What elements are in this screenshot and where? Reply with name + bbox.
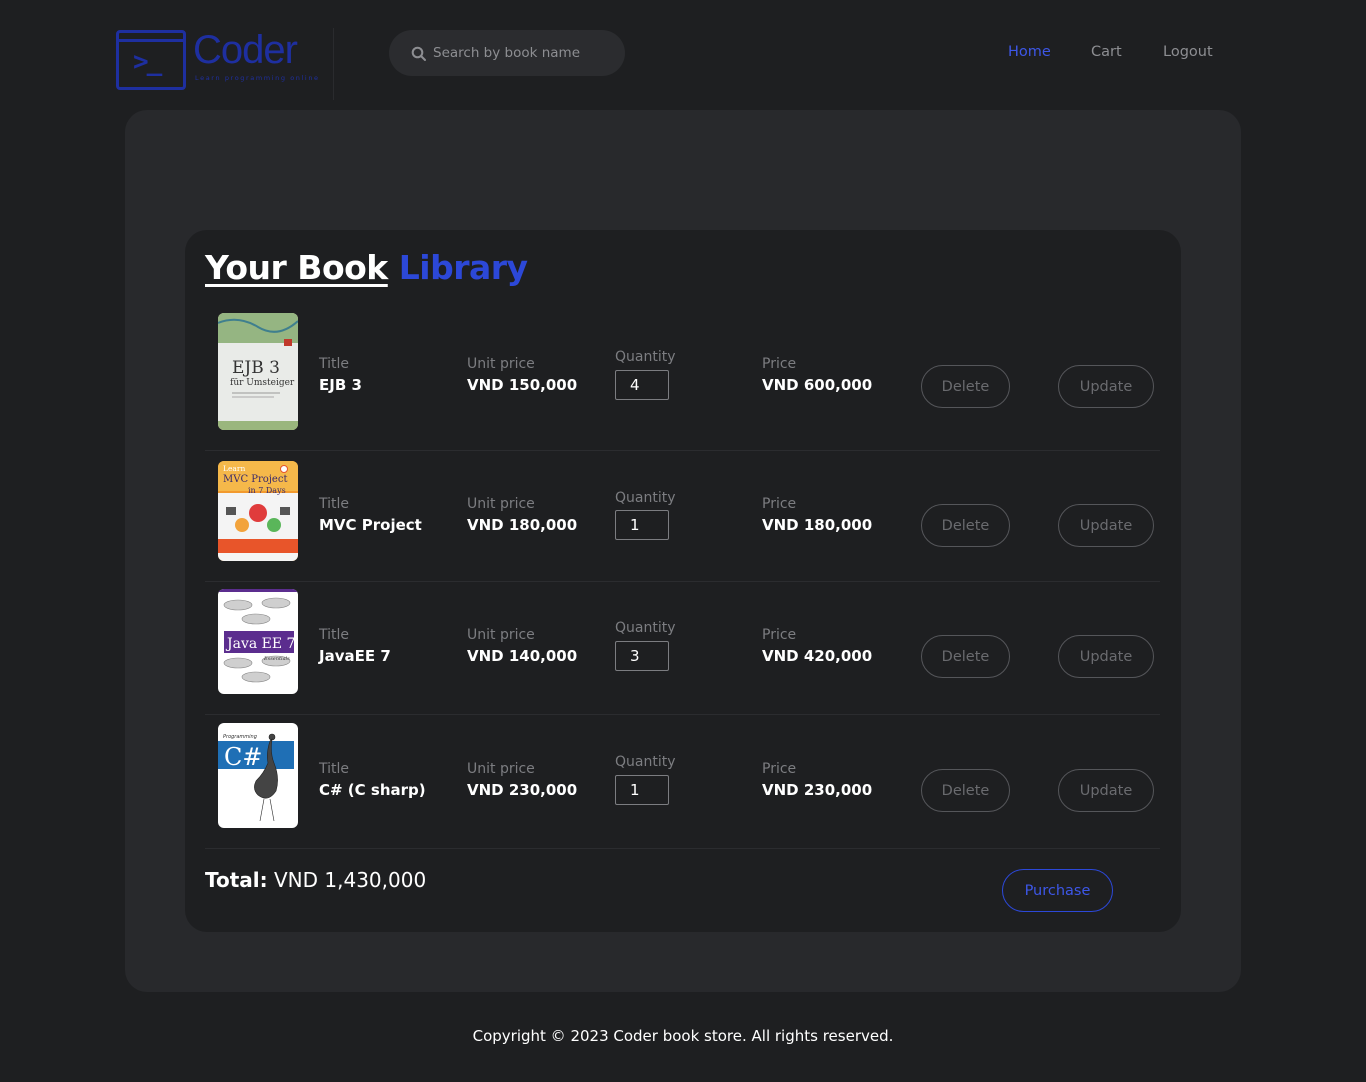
title-label: Title [319,496,350,512]
cover-text: Essentials [263,656,290,662]
logo-prompt: >_ [133,47,162,77]
footer-copyright: Copyright © 2023 Coder book store. All r… [472,1027,894,1045]
total-value: VND 1,430,000 [274,868,427,892]
quantity-label: Quantity [615,620,676,636]
cover-text: C# [224,743,262,771]
purchase-button[interactable]: Purchase [1002,869,1113,912]
book-title: MVC Project [319,516,422,534]
quantity-input[interactable] [615,370,669,400]
total-label: Total: [205,868,268,892]
unit-price-label: Unit price [467,356,535,372]
delete-button[interactable]: Delete [921,769,1010,812]
unit-price-label: Unit price [467,627,535,643]
order-total: Total: VND 1,430,000 [205,868,426,892]
unit-price-value: VND 230,000 [467,781,578,799]
nav-logout[interactable]: Logout [1163,44,1213,60]
logo[interactable]: >_ Coder Learn programming online [116,28,318,92]
update-button[interactable]: Update [1058,769,1154,812]
cover-text: in 7 Days [248,486,286,495]
delete-button[interactable]: Delete [921,504,1010,547]
row-divider [205,450,1160,451]
book-cover-image: EJB 3 für Umsteiger [218,313,298,430]
cover-text: Learn [223,464,245,473]
quantity-input[interactable] [615,510,669,540]
header: >_ Coder Learn programming online Home C… [0,0,1366,105]
quantity-input[interactable] [615,775,669,805]
book-title: EJB 3 [319,376,362,394]
book-title: C# (C sharp) [319,781,426,799]
quantity-label: Quantity [615,490,676,506]
delete-button[interactable]: Delete [921,635,1010,678]
row-divider [205,714,1160,715]
title-label: Title [319,356,350,372]
book-cover-image: Learn MVC Project in 7 Days [218,461,298,561]
book-cover-image: Java EE 7 Essentials [218,589,298,694]
title-label: Title [319,761,350,777]
unit-price-value: VND 180,000 [467,516,578,534]
logo-text: Coder [193,28,298,72]
header-divider [333,28,334,100]
delete-button[interactable]: Delete [921,365,1010,408]
page-title: Your Book Library [205,248,528,287]
price-value: VND 180,000 [762,516,873,534]
quantity-label: Quantity [615,349,676,365]
price-label: Price [762,496,797,512]
unit-price-value: VND 140,000 [467,647,578,665]
quantity-input[interactable] [615,641,669,671]
book-cover-image: Programming C# [218,723,298,828]
row-divider [205,848,1160,849]
table-row: EJB 3 für Umsteiger Title EJB 3 Unit pri… [205,313,1160,430]
nav-cart[interactable]: Cart [1091,44,1122,60]
price-value: VND 420,000 [762,647,873,665]
unit-price-label: Unit price [467,761,535,777]
table-row: Programming C# Title C# (C sharp) Unit p… [205,723,1160,828]
price-value: VND 230,000 [762,781,873,799]
update-button[interactable]: Update [1058,365,1154,408]
table-row: Java EE 7 Essentials Title JavaEE 7 Unit… [205,589,1160,694]
price-label: Price [762,761,797,777]
quantity-label: Quantity [615,754,676,770]
price-label: Price [762,356,797,372]
search-bar[interactable] [389,30,625,76]
unit-price-value: VND 150,000 [467,376,578,394]
unit-price-label: Unit price [467,496,535,512]
page-title-main: Your Book [205,248,388,287]
cover-text: Java EE 7 [225,636,295,652]
price-label: Price [762,627,797,643]
logo-tagline: Learn programming online [195,74,320,82]
cover-text: EJB 3 [232,358,280,378]
page-title-accent: Library [398,248,528,287]
cover-text: Programming [223,734,257,740]
search-input[interactable] [433,30,618,76]
cover-text: für Umsteiger [230,378,295,388]
title-label: Title [319,627,350,643]
update-button[interactable]: Update [1058,635,1154,678]
book-title: JavaEE 7 [319,647,391,665]
update-button[interactable]: Update [1058,504,1154,547]
price-value: VND 600,000 [762,376,873,394]
row-divider [205,581,1160,582]
nav-home[interactable]: Home [1008,44,1051,60]
table-row: Learn MVC Project in 7 Days Title MVC Pr… [205,461,1160,561]
search-icon [411,46,426,61]
cover-text: MVC Project [223,474,287,485]
terminal-icon: >_ [116,30,186,90]
